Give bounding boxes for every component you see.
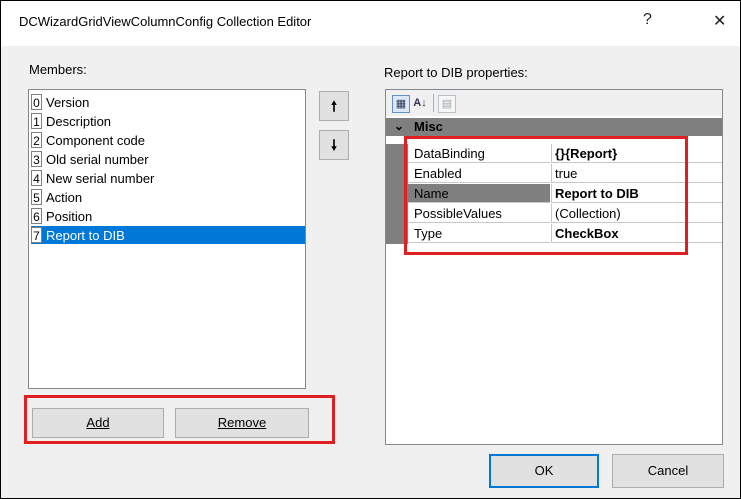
list-item[interactable]: 3 Old serial number [31,150,305,168]
highlight-box-buttons [24,395,335,444]
item-label: Component code [46,132,146,148]
alphabetical-sort-icon[interactable]: A↓ [412,95,428,111]
close-button[interactable]: ✕ [713,11,726,31]
item-index: 7 [31,227,42,243]
list-item[interactable]: 4 New serial number [31,169,305,187]
category-name: Misc [414,119,443,134]
property-pages-icon[interactable]: ▤ [438,95,456,113]
list-item[interactable]: 2 Component code [31,131,305,149]
members-list[interactable]: 0 Version 1 Description 2 Component code 3O… [28,89,306,389]
collection-editor-dialog: DCWizardGridViewColumnConfig Collection … [0,0,741,499]
item-index: 5 [31,189,42,205]
list-item[interactable]: 5 Action [31,188,305,206]
item-label: Old serial number [46,151,149,167]
ok-button[interactable]: OK [489,454,599,488]
cancel-button[interactable]: Cancel [612,454,724,488]
item-label: Version [46,94,90,110]
item-label: Report to DIB [46,227,125,243]
move-up-button[interactable]: 🠕 [319,91,349,121]
arrow-up-icon: 🠕 [330,98,337,114]
cancel-button-label: Cancel [647,463,689,478]
item-label: New serial number [46,170,155,186]
item-index: 4 [31,170,42,186]
chevron-down-icon[interactable]: ⌄ [394,119,404,133]
item-index: 0 [31,94,42,110]
item-index: 2 [31,132,42,148]
item-index: 3 [31,151,42,167]
item-label: Description [46,113,112,129]
highlight-box-properties [404,136,688,255]
item-label: Position [46,208,93,224]
property-grid-toolbar: ▦ A↓ ▤ [386,90,722,116]
title-bar: DCWizardGridViewColumnConfig Collection … [1,1,740,46]
move-down-button[interactable]: 🠗 [319,130,349,160]
ok-button-label: OK [534,463,554,478]
properties-label: Report to DIB properties: [384,65,528,80]
item-label: Action [46,189,83,205]
toolbar-separator [433,94,434,112]
help-button[interactable]: ? [643,11,652,29]
item-index: 1 [31,113,42,129]
categorized-view-icon[interactable]: ▦ [392,95,410,113]
list-item[interactable]: 0 Version [31,93,305,111]
list-item-selected[interactable]: 7 Report to DIB [31,226,305,244]
category-misc[interactable]: ⌄ Misc [386,118,722,136]
members-label: Members: [29,62,87,77]
arrow-down-icon: 🠗 [330,137,337,153]
item-index: 6 [31,208,42,224]
list-item[interactable]: 1 Description [31,112,305,130]
window-title: DCWizardGridViewColumnConfig Collection … [19,14,312,29]
list-item[interactable]: 6 Position [31,207,305,225]
